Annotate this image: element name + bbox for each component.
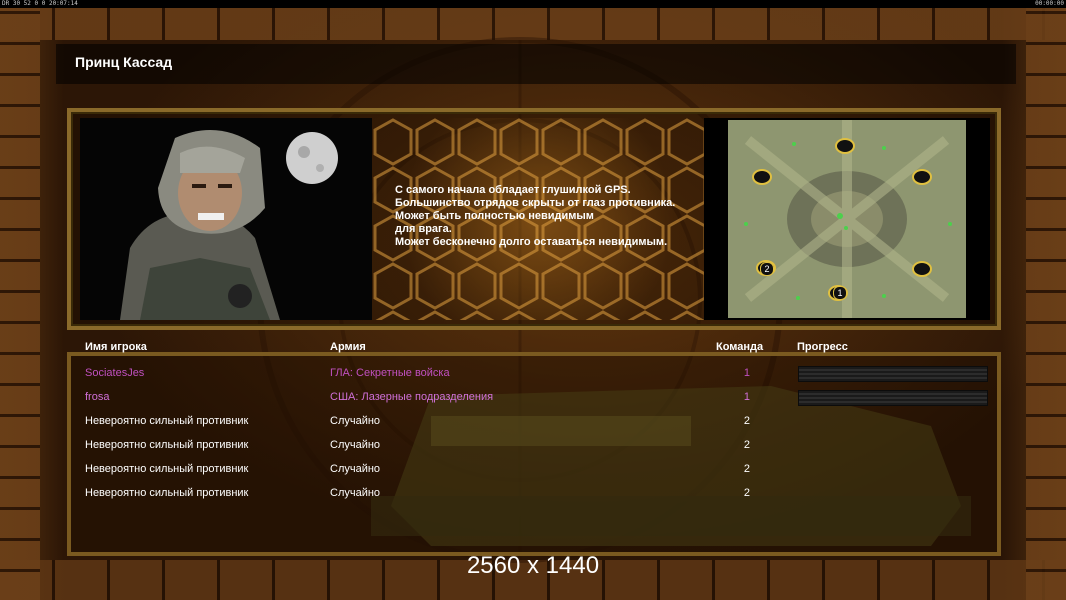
status-clock: 00:00:00 [1035, 0, 1064, 7]
player-army: США: Лазерные подразделения [330, 391, 494, 403]
column-header-team: Команда [716, 341, 764, 353]
table-row: SociatesJes ГЛА: Секретные войска 1 [0, 366, 1066, 387]
loading-progress-bar [798, 366, 988, 382]
status-bar: DR 30 52 0 0 20:07:14 00:00:00 [0, 0, 1066, 8]
player-team: 2 [743, 487, 750, 499]
column-header-progress: Прогресс [797, 341, 848, 353]
player-army: Случайно [330, 415, 381, 427]
player-name: frosa [85, 391, 110, 403]
player-team: 1 [743, 367, 750, 379]
table-row: Невероятно сильный противник Случайно 2 [0, 415, 1066, 435]
general-description: С самого начала обладает глушилкой GPS. … [395, 184, 676, 248]
column-header-name: Имя игрока [85, 341, 147, 353]
portrait-image [80, 118, 372, 320]
loading-progress-bar [798, 390, 988, 406]
title-panel [56, 44, 1016, 84]
player-army: Случайно [330, 439, 381, 451]
minimap-terrain: 1 2 [728, 120, 966, 318]
general-portrait [80, 118, 372, 320]
player-name: Невероятно сильный противник [85, 463, 249, 475]
player-army: Случайно [330, 463, 381, 475]
player-name: Невероятно сильный противник [85, 439, 249, 451]
resolution-watermark: 2560 x 1440 [466, 552, 600, 579]
table-row: Невероятно сильный противник Случайно 2 [0, 439, 1066, 459]
player-name: Невероятно сильный противник [85, 415, 249, 427]
start-marker-2: 2 [760, 262, 774, 276]
player-team: 2 [743, 439, 750, 451]
table-row: Невероятно сильный противник Случайно 2 [0, 463, 1066, 483]
player-name: SociatesJes [85, 367, 145, 379]
player-name: Невероятно сильный противник [85, 487, 249, 499]
status-left: DR 30 52 0 0 20:07:14 [2, 0, 78, 7]
table-row: Невероятно сильный противник Случайно 2 [0, 487, 1066, 507]
player-army: Случайно [330, 487, 381, 499]
player-team: 2 [743, 463, 750, 475]
minimap-preview: 1 2 [704, 118, 990, 320]
start-marker-1: 1 [833, 286, 847, 300]
player-army: ГЛА: Секретные войска [330, 367, 450, 379]
player-team: 1 [743, 391, 750, 403]
page-title: Принц Кассад [75, 54, 173, 70]
column-header-army: Армия [330, 341, 366, 353]
table-row: frosa США: Лазерные подразделения 1 [0, 390, 1066, 411]
player-team: 2 [743, 415, 750, 427]
